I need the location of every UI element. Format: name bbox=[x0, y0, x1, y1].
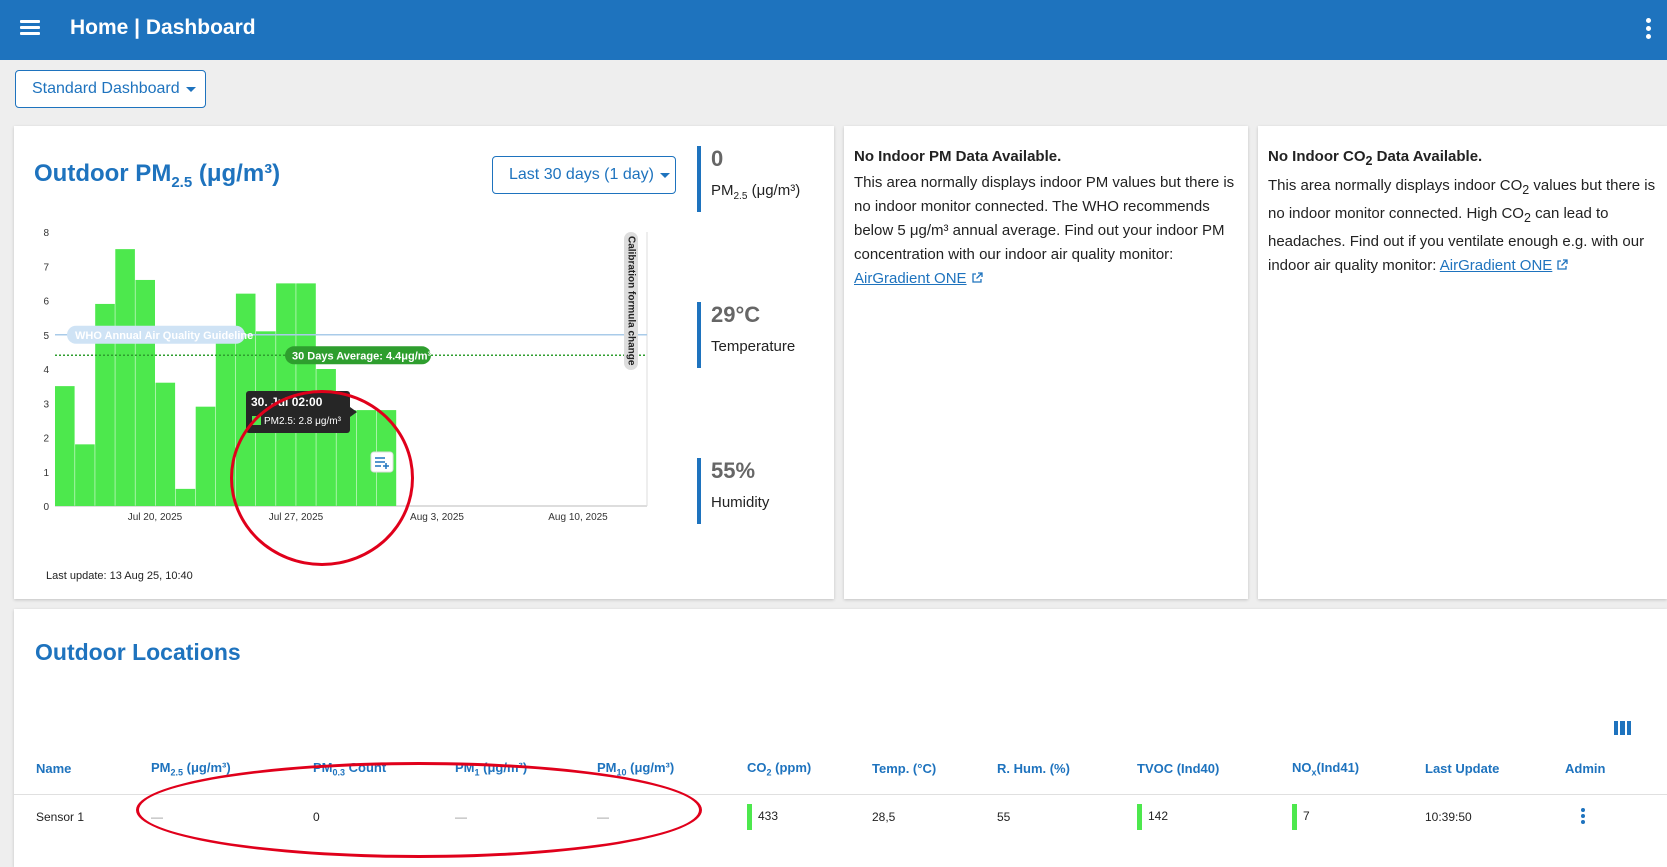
columns-icon[interactable] bbox=[1614, 721, 1631, 735]
chart-bar bbox=[195, 406, 216, 506]
table-header-row: Name PM2.5 (μg/m³) PM0.3 Count PM1 (μg/m… bbox=[14, 744, 1667, 795]
chart-bar bbox=[215, 331, 236, 506]
y-tick-label: 2 bbox=[43, 434, 49, 445]
tvoc-level-indicator bbox=[1137, 804, 1142, 831]
last-update-text: Last update: 13 Aug 25, 10:40 bbox=[46, 570, 193, 582]
y-tick-label: 0 bbox=[43, 502, 49, 513]
airgradient-one-link[interactable]: AirGradient ONE bbox=[854, 270, 983, 287]
x-tick-label: Jul 27, 2025 bbox=[269, 512, 324, 523]
cell-name[interactable]: Sensor 1 bbox=[14, 794, 129, 840]
cell-tvoc: 142 bbox=[1115, 794, 1270, 840]
dashboard-select[interactable]: Standard Dashboard bbox=[15, 70, 206, 108]
y-tick-label: 4 bbox=[43, 365, 49, 376]
calibration-annotation: Calibration formula change bbox=[625, 236, 636, 366]
external-link-icon bbox=[1557, 259, 1568, 270]
cell-temp: 28,5 bbox=[872, 810, 896, 825]
header-name[interactable]: Name bbox=[14, 744, 129, 795]
outdoor-pm-card: Outdoor PM2.5 (μg/m³) Last 30 days (1 da… bbox=[14, 126, 834, 599]
header-admin: Admin bbox=[1543, 744, 1667, 795]
stat-temperature-label: Temperature bbox=[711, 338, 796, 355]
cell-co2: 433 bbox=[725, 794, 850, 840]
indoor-pm-card: No Indoor PM Data Available. This area n… bbox=[844, 126, 1248, 599]
indoor-pm-title: No Indoor PM Data Available. bbox=[854, 148, 1062, 165]
locations-title: Outdoor Locations bbox=[35, 639, 241, 665]
cell-humidity: 55 bbox=[997, 810, 1011, 825]
pm-bar-chart[interactable]: 0 1 2 3 4 5 6 7 8 WHO Annual Air Quality Guidelin… bbox=[24, 226, 664, 566]
chart-bar bbox=[55, 386, 75, 506]
chart-bar bbox=[115, 249, 135, 506]
page-title: Home | Dashboard bbox=[70, 16, 256, 39]
nox-level-indicator bbox=[1292, 804, 1297, 831]
chart-title: Outdoor PM2.5 (μg/m³) bbox=[34, 160, 281, 191]
x-tick-label: Aug 3, 2025 bbox=[410, 512, 464, 523]
header-pm03[interactable]: PM0.3 Count bbox=[291, 744, 433, 795]
stat-temperature-value: 29°C bbox=[711, 302, 761, 327]
header-last-update[interactable]: Last Update bbox=[1403, 744, 1543, 795]
header-pm1[interactable]: PM1 (μg/m³) bbox=[433, 744, 575, 795]
time-range-label: Last 30 days (1 day) bbox=[509, 166, 654, 183]
stat-temperature: 29°C Temperature bbox=[697, 302, 795, 368]
stat-pm25-label: PM2.5 (μg/m³) bbox=[711, 182, 801, 202]
admin-menu-icon[interactable] bbox=[1581, 808, 1585, 826]
y-tick-label: 6 bbox=[43, 297, 49, 308]
more-options-icon[interactable] bbox=[1646, 18, 1652, 40]
stat-humidity: 55% Humidity bbox=[697, 458, 769, 524]
chart-bar bbox=[175, 488, 196, 506]
cell-pm10: — bbox=[597, 810, 609, 825]
cell-pm25: — bbox=[151, 810, 163, 825]
caret-down-icon bbox=[659, 172, 670, 178]
header-nox[interactable]: NOx(Ind41) bbox=[1270, 744, 1403, 795]
indoor-co2-body: This area normally displays indoor CO2 v… bbox=[1268, 177, 1656, 274]
external-link-icon bbox=[971, 272, 983, 283]
y-tick-label: 7 bbox=[43, 262, 49, 273]
y-tick-label: 1 bbox=[43, 468, 49, 479]
y-tick-label: 8 bbox=[43, 228, 49, 239]
x-tick-label: Jul 20, 2025 bbox=[128, 512, 183, 523]
y-tick-label: 5 bbox=[43, 331, 49, 342]
indoor-co2-title: No Indoor CO2 Data Available. bbox=[1268, 148, 1483, 168]
cell-admin bbox=[1543, 794, 1667, 840]
locations-table: Name PM2.5 (μg/m³) PM0.3 Count PM1 (μg/m… bbox=[14, 744, 1667, 840]
time-range-select[interactable]: Last 30 days (1 day) bbox=[492, 156, 676, 194]
average-label: 30 Days Average: 4.4μg/m³ bbox=[292, 350, 432, 362]
co2-level-indicator bbox=[747, 804, 752, 831]
stat-humidity-label: Humidity bbox=[711, 494, 770, 511]
chart-bar bbox=[155, 382, 176, 506]
app-bar: Home | Dashboard bbox=[0, 0, 1667, 60]
airgradient-one-link[interactable]: AirGradient ONE bbox=[1440, 257, 1569, 274]
cell-pm03: 0 bbox=[313, 810, 320, 825]
chart-bar bbox=[135, 279, 155, 506]
chart-bar bbox=[316, 369, 336, 506]
header-temp[interactable]: Temp. (°C) bbox=[850, 744, 975, 795]
tooltip-title: 30. Jul 02:00 bbox=[251, 395, 323, 409]
header-pm10[interactable]: PM10 (μg/m³) bbox=[575, 744, 725, 795]
who-guideline-label: WHO Annual Air Quality Guideline bbox=[75, 330, 253, 342]
tooltip-value: PM2.5: 2.8 μg/m³ bbox=[264, 416, 342, 427]
menu-icon[interactable] bbox=[20, 20, 40, 36]
x-tick-label: Aug 10, 2025 bbox=[548, 512, 608, 523]
caret-down-icon bbox=[185, 86, 196, 92]
cell-nox: 7 bbox=[1270, 794, 1403, 840]
header-humidity[interactable]: R. Hum. (%) bbox=[975, 744, 1115, 795]
y-tick-label: 3 bbox=[43, 399, 49, 410]
stat-pm25: 0 PM2.5 (μg/m³) bbox=[697, 146, 800, 212]
header-tvoc[interactable]: TVOC (Ind40) bbox=[1115, 744, 1270, 795]
indoor-pm-body: This area normally displays indoor PM va… bbox=[854, 174, 1235, 287]
stat-pm25-value: 0 bbox=[711, 146, 724, 171]
cell-last-update: 10:39:50 bbox=[1425, 810, 1472, 825]
table-row[interactable]: Sensor 1 — 0 — — 433 28,5 55 142 7 10:39… bbox=[14, 794, 1667, 840]
outdoor-locations-card: Outdoor Locations Name PM2.5 (μg/m³) PM0… bbox=[14, 609, 1667, 867]
tooltip-swatch bbox=[252, 416, 261, 425]
stat-humidity-value: 55% bbox=[711, 458, 756, 483]
dashboard-select-label: Standard Dashboard bbox=[32, 80, 180, 97]
header-co2[interactable]: CO2 (ppm) bbox=[725, 744, 850, 795]
chart-bar bbox=[75, 444, 95, 506]
header-pm25[interactable]: PM2.5 (μg/m³) bbox=[129, 744, 291, 795]
indoor-co2-card: No Indoor CO2 Data Available. This area … bbox=[1258, 126, 1667, 599]
cell-pm1: — bbox=[455, 810, 467, 825]
